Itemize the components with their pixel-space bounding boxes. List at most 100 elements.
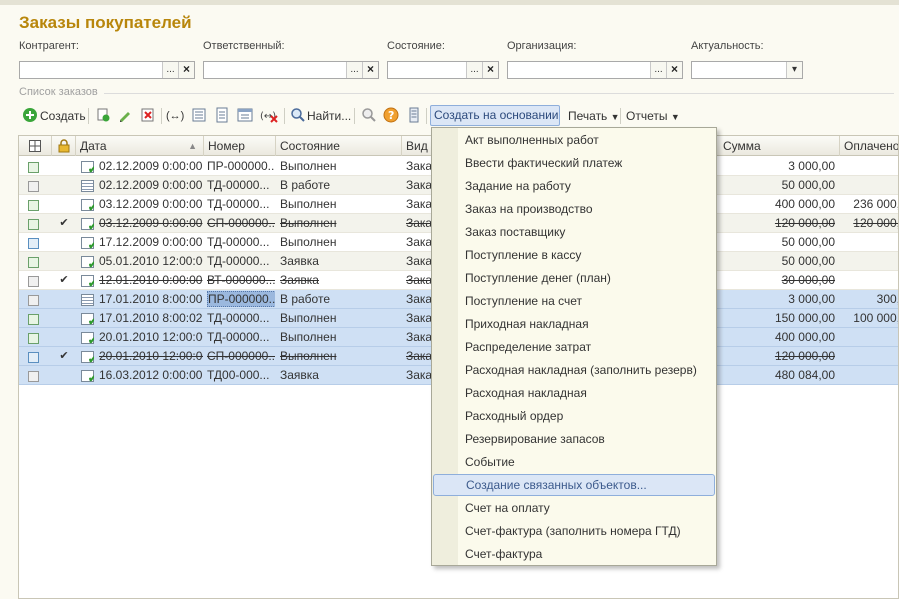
copy-icon[interactable] bbox=[94, 107, 112, 125]
row-number: ПР-000000... bbox=[207, 159, 275, 173]
svg-text:?: ? bbox=[388, 109, 394, 122]
reports-button[interactable]: Отчеты ▼ bbox=[626, 106, 680, 126]
menu-item[interactable]: Распределение затрат bbox=[433, 336, 715, 358]
help-icon[interactable]: ? bbox=[382, 107, 400, 125]
row-date: 17.12.2009 0:00:00 bbox=[99, 235, 203, 249]
menu-item[interactable]: Поступление денег (план) bbox=[433, 267, 715, 289]
row-state: Выполнен bbox=[280, 159, 337, 173]
menu-item[interactable]: Заказ поставщику bbox=[433, 221, 715, 243]
menu-item[interactable]: Событие bbox=[433, 451, 715, 473]
chevron-down-icon[interactable]: ▾ bbox=[786, 62, 802, 78]
menu-item[interactable]: Ввести фактический платеж bbox=[433, 152, 715, 174]
counterparty-field[interactable]: ... × bbox=[19, 61, 195, 79]
document-icon[interactable] bbox=[213, 107, 231, 125]
section-divider bbox=[104, 93, 894, 94]
organization-clear-button[interactable]: × bbox=[666, 62, 682, 78]
cancel-search-icon[interactable] bbox=[360, 107, 378, 125]
row-number: ТД-00000... bbox=[207, 330, 270, 344]
doc-type-cell: ✔ bbox=[81, 233, 94, 252]
menu-item[interactable]: Поступление в кассу bbox=[433, 244, 715, 266]
create-based-on-label: Создать на основании bbox=[434, 108, 559, 122]
menu-item[interactable]: Счет-фактура bbox=[433, 543, 715, 565]
document-icon bbox=[81, 179, 94, 192]
menu-item[interactable]: Расходная накладная (заполнить резерв) bbox=[433, 359, 715, 381]
print-button[interactable]: Печать ▼ bbox=[568, 106, 620, 126]
doc-type-cell: ✔ bbox=[81, 366, 94, 385]
menu-item[interactable]: Акт выполненных работ bbox=[433, 129, 715, 151]
posted-document-icon: ✔ bbox=[81, 350, 94, 365]
mark-cell bbox=[55, 366, 73, 385]
counterparty-select-button[interactable]: ... bbox=[162, 62, 178, 78]
menu-item[interactable]: Задание на работу bbox=[433, 175, 715, 197]
column-header-sum[interactable]: Сумма bbox=[719, 136, 840, 156]
menu-item[interactable]: Приходная накладная bbox=[433, 313, 715, 335]
organization-field[interactable]: ... × bbox=[507, 61, 683, 79]
menu-item[interactable]: Поступление на счет bbox=[433, 290, 715, 312]
status-cube-icon bbox=[28, 215, 39, 234]
create-based-on-button[interactable]: Создать на основании ▼ bbox=[430, 105, 560, 140]
menu-item[interactable]: Счет на оплату bbox=[433, 497, 715, 519]
row-state: Выполнен bbox=[280, 235, 337, 249]
filter-label-organization: Организация: bbox=[507, 40, 577, 52]
add-icon[interactable] bbox=[21, 107, 39, 125]
row-number: СП-000000... bbox=[207, 349, 275, 363]
row-state: Выполнен bbox=[280, 349, 337, 363]
list-icon[interactable] bbox=[190, 107, 208, 125]
column-header-state[interactable]: Состояние bbox=[276, 136, 402, 156]
print-label: Печать bbox=[568, 109, 608, 123]
responsible-select-button[interactable]: ... bbox=[346, 62, 362, 78]
state-field[interactable]: ... × bbox=[387, 61, 499, 79]
menu-item[interactable]: Заказ на производство bbox=[433, 198, 715, 220]
post-icon[interactable]: (↔) bbox=[166, 107, 184, 125]
row-number-cell: ПР-000000... bbox=[207, 157, 275, 176]
row-number-cell: ТД-00000... bbox=[207, 195, 275, 214]
delete-mark-icon[interactable] bbox=[139, 107, 157, 125]
create-button[interactable]: Создать bbox=[40, 106, 86, 126]
mark-cell: ✔ bbox=[55, 347, 73, 366]
status-cube-icon bbox=[28, 329, 39, 348]
unpost-icon[interactable]: (↔) bbox=[260, 107, 278, 125]
actuality-select[interactable]: ▾ bbox=[691, 61, 803, 79]
row-paid bbox=[842, 176, 898, 195]
doc-type-cell: ✔ bbox=[81, 157, 94, 176]
responsible-field[interactable]: ... × bbox=[203, 61, 379, 79]
status-column-header[interactable] bbox=[19, 136, 52, 156]
calendar-icon[interactable] bbox=[236, 107, 254, 125]
document-icon bbox=[81, 293, 94, 306]
edit-icon[interactable] bbox=[116, 107, 134, 125]
posted-document-icon: ✔ bbox=[81, 274, 94, 289]
row-sum: 3 000,00 bbox=[788, 292, 835, 306]
lock-icon[interactable] bbox=[52, 136, 76, 156]
doc-type-cell: ✔ bbox=[81, 328, 94, 347]
checkmark-icon: ✔ bbox=[59, 350, 69, 362]
menu-item[interactable]: Счет-фактура (заполнить номера ГТД) bbox=[433, 520, 715, 542]
menu-item[interactable]: Расходная накладная bbox=[433, 382, 715, 404]
menu-item[interactable]: Создание связанных объектов... bbox=[433, 474, 715, 496]
find-button[interactable]: Найти... bbox=[307, 106, 351, 126]
row-number: ТД-00000... bbox=[207, 311, 270, 325]
doc-type-cell bbox=[81, 290, 94, 309]
responsible-clear-button[interactable]: × bbox=[362, 62, 378, 78]
row-sum: 50 000,00 bbox=[781, 254, 835, 268]
menu-item[interactable]: Резервирование запасов bbox=[433, 428, 715, 450]
column-header-paid[interactable]: Оплачено bbox=[840, 136, 898, 156]
state-select-button[interactable]: ... bbox=[466, 62, 482, 78]
posted-document-icon: ✔ bbox=[81, 331, 94, 346]
mark-cell bbox=[55, 195, 73, 214]
row-sum: 3 000,00 bbox=[788, 159, 835, 173]
structure-icon[interactable] bbox=[405, 107, 423, 125]
state-clear-button[interactable]: × bbox=[482, 62, 498, 78]
menu-item[interactable]: Расходный ордер bbox=[433, 405, 715, 427]
row-number: ТД-00000... bbox=[207, 197, 270, 211]
row-paid bbox=[842, 347, 898, 366]
search-icon[interactable] bbox=[289, 107, 307, 125]
row-paid bbox=[842, 328, 898, 347]
column-header-number[interactable]: Номер bbox=[204, 136, 276, 156]
column-header-date[interactable]: Дата ▲ bbox=[76, 136, 204, 156]
row-number-cell: ВТ-000000... bbox=[207, 271, 275, 290]
filter-label-responsible: Ответственный: bbox=[203, 40, 285, 52]
organization-select-button[interactable]: ... bbox=[650, 62, 666, 78]
row-paid bbox=[842, 233, 898, 252]
doc-type-cell bbox=[81, 176, 94, 195]
counterparty-clear-button[interactable]: × bbox=[178, 62, 194, 78]
